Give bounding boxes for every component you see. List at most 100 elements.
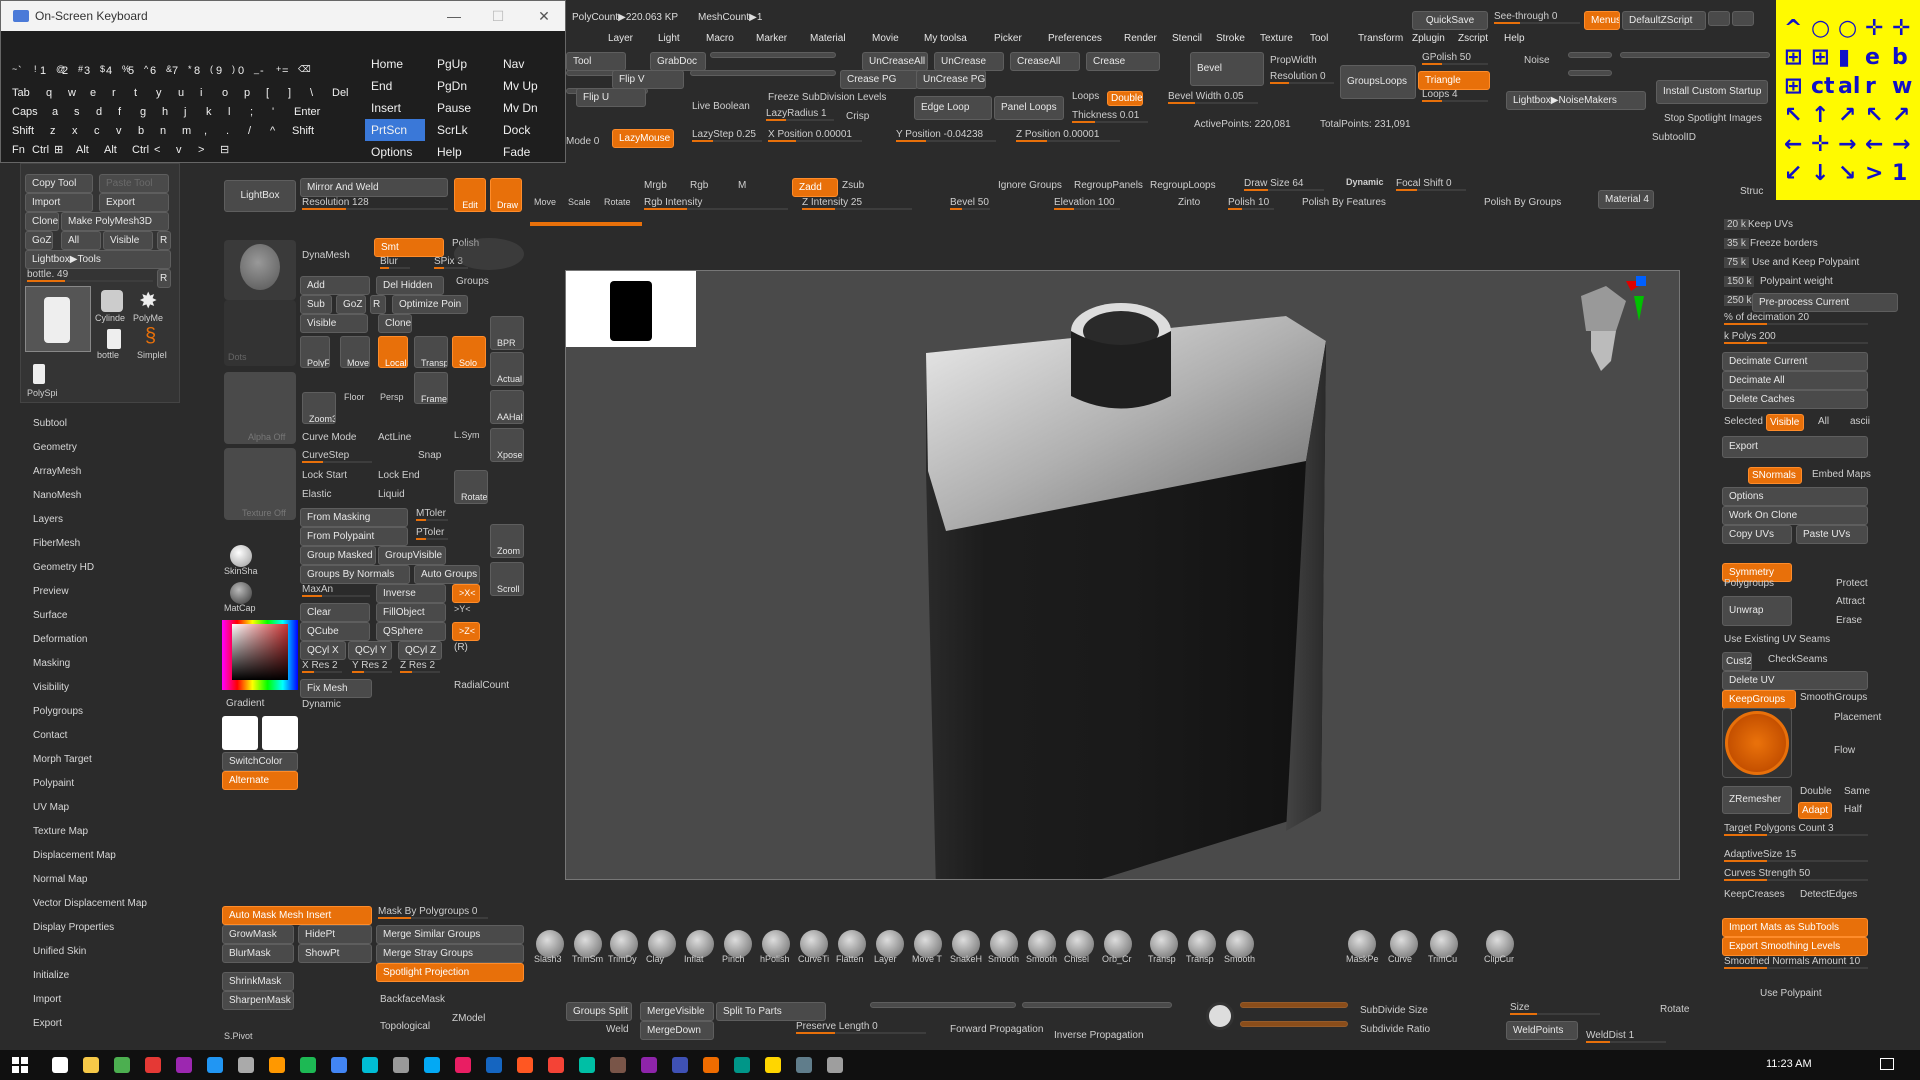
key-row3-2[interactable]: s bbox=[71, 102, 80, 122]
all-label[interactable]: All bbox=[1818, 416, 1829, 427]
polysphere-icon[interactable] bbox=[33, 364, 45, 384]
from-masking-button[interactable]: From Masking bbox=[300, 508, 408, 527]
key-row3-9[interactable]: l bbox=[225, 102, 230, 122]
taskbar-app-icon-21[interactable] bbox=[703, 1057, 719, 1073]
taskbar-app-icon-17[interactable] bbox=[579, 1057, 595, 1073]
ascii-label[interactable]: ascii bbox=[1850, 416, 1870, 427]
taskbar-app-icon-18[interactable] bbox=[610, 1057, 626, 1073]
menu-item-tool[interactable]: Tool bbox=[1310, 33, 1328, 44]
smoothgroups-label[interactable]: SmoothGroups bbox=[1800, 692, 1867, 703]
taskbar-app-icon-12[interactable] bbox=[424, 1057, 440, 1073]
half-label[interactable]: Half bbox=[1844, 804, 1862, 815]
num-250k[interactable]: 250 k bbox=[1724, 295, 1755, 306]
nav-key-2-2[interactable]: Mv Dn bbox=[497, 97, 538, 119]
rgb-button[interactable]: Rgb bbox=[690, 180, 708, 191]
lsym-label[interactable]: L.Sym bbox=[454, 430, 480, 440]
hotkey-4-3[interactable]: ← bbox=[1865, 134, 1883, 156]
taskbar-app-icon-0[interactable] bbox=[52, 1057, 68, 1073]
brush-preview[interactable] bbox=[224, 240, 296, 300]
hotkey-5-3[interactable]: > bbox=[1865, 163, 1883, 185]
loops-label[interactable]: Loops bbox=[1072, 91, 1099, 102]
groups-label[interactable]: Groups bbox=[456, 276, 489, 287]
uncreaseall-button[interactable]: UnCreaseAll bbox=[862, 52, 928, 71]
keepgroups-toggle[interactable]: KeepGroups bbox=[1722, 690, 1796, 709]
menu-item-help[interactable]: Help bbox=[1504, 33, 1525, 44]
subpalette-preview[interactable]: Preview bbox=[33, 586, 69, 597]
focal-shift-slider[interactable]: Focal Shift 0 bbox=[1396, 178, 1466, 191]
key-row5-9[interactable]: ⊟ bbox=[217, 140, 229, 160]
key-row5-2[interactable]: ⊞ bbox=[51, 140, 63, 160]
key-row2-4[interactable]: r bbox=[109, 83, 116, 103]
blurmask-button[interactable]: BlurMask bbox=[222, 944, 294, 963]
hotkey-2-3[interactable]: r bbox=[1865, 76, 1876, 98]
key-row2-2[interactable]: w bbox=[65, 83, 76, 103]
keepcreases-label[interactable]: KeepCreases bbox=[1724, 889, 1785, 900]
smoothed-normals-slider[interactable]: Smoothed Normals Amount 10 bbox=[1724, 956, 1868, 969]
key-row3-7[interactable]: j bbox=[181, 102, 186, 122]
hotkey-4-0[interactable]: ← bbox=[1784, 134, 1802, 156]
alternate-toggle[interactable]: Alternate bbox=[222, 771, 298, 790]
key-row3-5[interactable]: g bbox=[137, 102, 146, 122]
key-num-10[interactable]: 0 bbox=[235, 61, 244, 81]
taskbar-app-icon-19[interactable] bbox=[641, 1057, 657, 1073]
zoom-button[interactable]: Zoom bbox=[490, 524, 524, 558]
layout-toggle-icon[interactable] bbox=[1708, 11, 1730, 26]
install-custom-startup-button[interactable]: Install Custom Startup bbox=[1656, 80, 1768, 104]
preserve-length-slider[interactable]: Preserve Length 0 bbox=[796, 1021, 926, 1034]
x-res-slider[interactable]: X Res 2 bbox=[302, 660, 342, 673]
scale-button[interactable]: Scale bbox=[568, 197, 591, 207]
work-on-clone-button[interactable]: Work On Clone bbox=[1722, 506, 1868, 525]
x-axis-toggle[interactable]: >X< bbox=[452, 584, 480, 603]
key-row3-11[interactable]: ' bbox=[269, 102, 274, 122]
hotkey-1-1[interactable]: ⊞ bbox=[1811, 47, 1829, 69]
options-button[interactable]: Options bbox=[1722, 487, 1868, 506]
import-button[interactable]: Import bbox=[25, 193, 93, 212]
key-13[interactable]: ⌫ bbox=[295, 59, 311, 79]
frame-button[interactable]: Frame bbox=[414, 372, 448, 404]
grabdoc-button[interactable]: GrabDoc bbox=[650, 52, 706, 71]
del-hidden-button[interactable]: Del Hidden bbox=[376, 276, 444, 295]
freeze-subdiv-label[interactable]: Freeze SubDivision Levels bbox=[768, 92, 886, 103]
key-row4-0[interactable]: Shift bbox=[9, 121, 34, 141]
taskbar-app-icon-13[interactable] bbox=[455, 1057, 471, 1073]
taskbar-app-icon-23[interactable] bbox=[765, 1057, 781, 1073]
bevel-50-slider[interactable]: Bevel 50 bbox=[950, 197, 990, 210]
key-row4-3[interactable]: c bbox=[91, 121, 100, 141]
switch-color-button[interactable]: SwitchColor bbox=[222, 752, 298, 771]
layout-toggle-icon-2[interactable] bbox=[1732, 11, 1754, 26]
default-zscript-button[interactable]: DefaultZScript bbox=[1622, 11, 1706, 30]
taskbar-app-icon-2[interactable] bbox=[114, 1057, 130, 1073]
dynamic-label[interactable]: Dynamic bbox=[1346, 177, 1384, 187]
taskbar-app-icon-20[interactable] bbox=[672, 1057, 688, 1073]
same-label[interactable]: Same bbox=[1844, 786, 1870, 797]
nav-key-0-0[interactable]: Home bbox=[365, 53, 403, 75]
tool-button[interactable]: Tool bbox=[566, 52, 626, 71]
crease-button[interactable]: Crease bbox=[1086, 52, 1160, 71]
fix-mesh-button[interactable]: Fix Mesh bbox=[300, 679, 372, 698]
panel-loops-button[interactable]: Panel Loops bbox=[994, 96, 1064, 120]
star-icon[interactable]: ✸ bbox=[139, 288, 157, 314]
key-row5-4[interactable]: Alt bbox=[101, 140, 117, 160]
nav-key-3-1[interactable]: ScrLk bbox=[431, 119, 468, 141]
taskbar-app-icon-22[interactable] bbox=[734, 1057, 750, 1073]
copy-uvs-button[interactable]: Copy UVs bbox=[1722, 525, 1792, 544]
m-button[interactable]: M bbox=[738, 180, 746, 191]
subpalette-unified-skin[interactable]: Unified Skin bbox=[33, 946, 86, 957]
merge-stray-groups-button[interactable]: Merge Stray Groups bbox=[376, 944, 524, 963]
polish-by-features-label[interactable]: Polish By Features bbox=[1302, 197, 1386, 208]
elevation-slider[interactable]: Elevation 100 bbox=[1054, 197, 1120, 210]
hotkey-3-3[interactable]: ↖ bbox=[1865, 105, 1883, 127]
y-axis-toggle[interactable]: >Y< bbox=[454, 604, 471, 614]
move-button[interactable]: Move bbox=[534, 197, 556, 207]
alpha-preview[interactable]: Alpha Off bbox=[224, 372, 296, 444]
menu-item-transform[interactable]: Transform bbox=[1358, 33, 1403, 44]
nav-key-2-1[interactable]: Pause bbox=[431, 97, 471, 119]
mergedown-button[interactable]: MergeDown bbox=[640, 1021, 714, 1040]
y-res-slider[interactable]: Y Res 2 bbox=[352, 660, 392, 673]
rgb-intensity-slider[interactable]: Rgb Intensity bbox=[644, 197, 788, 210]
hotkey-4-1[interactable]: ✛ bbox=[1811, 134, 1829, 156]
key-num-4[interactable]: 4 bbox=[103, 61, 112, 81]
subpalette-arraymesh[interactable]: ArrayMesh bbox=[33, 466, 81, 477]
key-row2-9[interactable]: o bbox=[219, 83, 228, 103]
zadd-toggle[interactable]: Zadd bbox=[792, 178, 838, 197]
